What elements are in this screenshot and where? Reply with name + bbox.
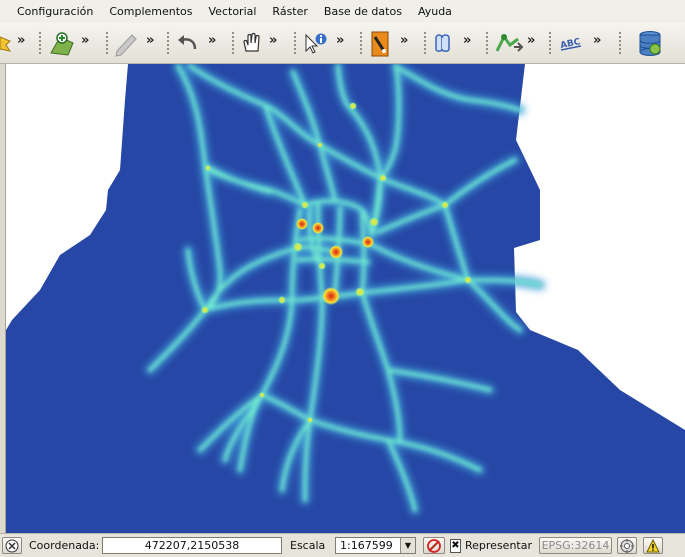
toolbar-grip[interactable] — [548, 31, 552, 55]
toolbar-overflow-chevron[interactable]: » — [527, 33, 535, 48]
add-vector-icon[interactable] — [48, 29, 76, 57]
density-hotspot — [296, 218, 308, 230]
chevron-down-icon[interactable]: ▼ — [400, 538, 415, 553]
crs-button[interactable]: EPSG:32614 — [539, 537, 612, 554]
undo-icon[interactable] — [175, 29, 201, 57]
density-hotspot — [201, 306, 209, 314]
toolbar-grip[interactable] — [38, 31, 42, 55]
density-hotspot — [441, 201, 449, 209]
menu-raster[interactable]: Ráster — [264, 0, 315, 23]
stop-render-icon[interactable] — [423, 537, 445, 554]
density-hotspot — [259, 392, 265, 398]
toolbar-overflow-chevron[interactable]: » — [17, 33, 25, 48]
coordinate-label: Coordenada: — [29, 539, 100, 552]
checkbox-checked-icon[interactable]: ✖ — [450, 538, 461, 553]
density-hotspot — [362, 236, 374, 248]
scale-combo[interactable]: 1:167599 ▼ — [335, 537, 416, 554]
toolbar-overflow-chevron[interactable]: » — [463, 33, 471, 48]
toolbar-grip[interactable] — [618, 31, 622, 55]
scale-value: 1:167599 — [340, 539, 393, 552]
toolbar-overflow-chevron[interactable]: » — [593, 33, 601, 48]
density-hotspot — [369, 217, 379, 227]
density-hotspot — [322, 287, 340, 305]
messages-icon[interactable] — [2, 537, 22, 554]
identify-icon[interactable] — [302, 29, 328, 57]
route-icon[interactable] — [494, 29, 524, 57]
density-hotspot — [464, 276, 472, 284]
density-hotspot — [301, 201, 309, 209]
scale-label: Escala — [290, 539, 326, 552]
toolbar-overflow-chevron[interactable]: » — [146, 33, 154, 48]
new-layer-icon[interactable] — [0, 29, 12, 57]
menu-ayuda[interactable]: Ayuda — [410, 0, 460, 23]
bookmark-icon[interactable] — [431, 29, 455, 57]
measure-icon[interactable] — [369, 29, 391, 57]
map-canvas[interactable] — [6, 64, 685, 533]
toolbar-grip[interactable] — [423, 31, 427, 55]
toolbar-grip[interactable] — [359, 31, 363, 55]
pan-hand-icon[interactable] — [240, 29, 264, 57]
toolbar-grip[interactable] — [293, 31, 297, 55]
toolbar-grip[interactable] — [485, 31, 489, 55]
menu-configuracion[interactable]: Configuración — [0, 0, 101, 23]
toolbar: » » » » » » » » » ABC » — [0, 23, 685, 64]
density-hotspot — [205, 165, 211, 171]
menu-base-de-datos[interactable]: Base de datos — [316, 0, 410, 23]
coordinate-field[interactable]: 472207,2150538 — [102, 537, 282, 554]
toolbar-overflow-chevron[interactable]: » — [269, 33, 277, 48]
crs-globe-icon[interactable] — [617, 537, 637, 554]
toolbar-overflow-chevron[interactable]: » — [81, 33, 89, 48]
toolbar-overflow-chevron[interactable]: » — [400, 33, 408, 48]
menu-vectorial[interactable]: Vectorial — [201, 0, 265, 23]
density-hotspot — [317, 142, 323, 148]
heatmap-raster — [6, 64, 685, 533]
density-hotspot — [355, 287, 365, 297]
density-hotspot — [307, 417, 313, 423]
density-hotspot — [349, 102, 357, 110]
toolbar-overflow-chevron[interactable]: » — [208, 33, 216, 48]
warning-icon[interactable] — [643, 537, 663, 554]
toolbar-grip[interactable] — [105, 31, 109, 55]
density-hotspot — [318, 262, 326, 270]
toolbar-grip[interactable] — [166, 31, 170, 55]
render-label: Representar — [465, 539, 532, 552]
density-hotspot — [312, 222, 324, 234]
status-bar: Coordenada: 472207,2150538 Escala 1:1675… — [0, 533, 685, 557]
crs-label: EPSG:32614 — [541, 539, 610, 552]
edit-pencil-icon[interactable] — [114, 29, 140, 57]
database-icon[interactable] — [637, 29, 663, 57]
density-hotspot — [379, 174, 387, 182]
coordinate-value: 472207,2150538 — [144, 539, 240, 552]
density-hotspot — [278, 296, 286, 304]
label-abc-icon[interactable]: ABC — [557, 29, 585, 57]
render-checkbox[interactable]: ✖ Representar — [450, 537, 532, 554]
density-hotspot — [293, 242, 303, 252]
toolbar-grip[interactable] — [231, 31, 235, 55]
toolbar-overflow-chevron[interactable]: » — [336, 33, 344, 48]
menu-bar: Configuración Complementos Vectorial Rás… — [0, 0, 685, 23]
menu-complementos[interactable]: Complementos — [101, 0, 200, 23]
density-hotspot — [329, 245, 343, 259]
